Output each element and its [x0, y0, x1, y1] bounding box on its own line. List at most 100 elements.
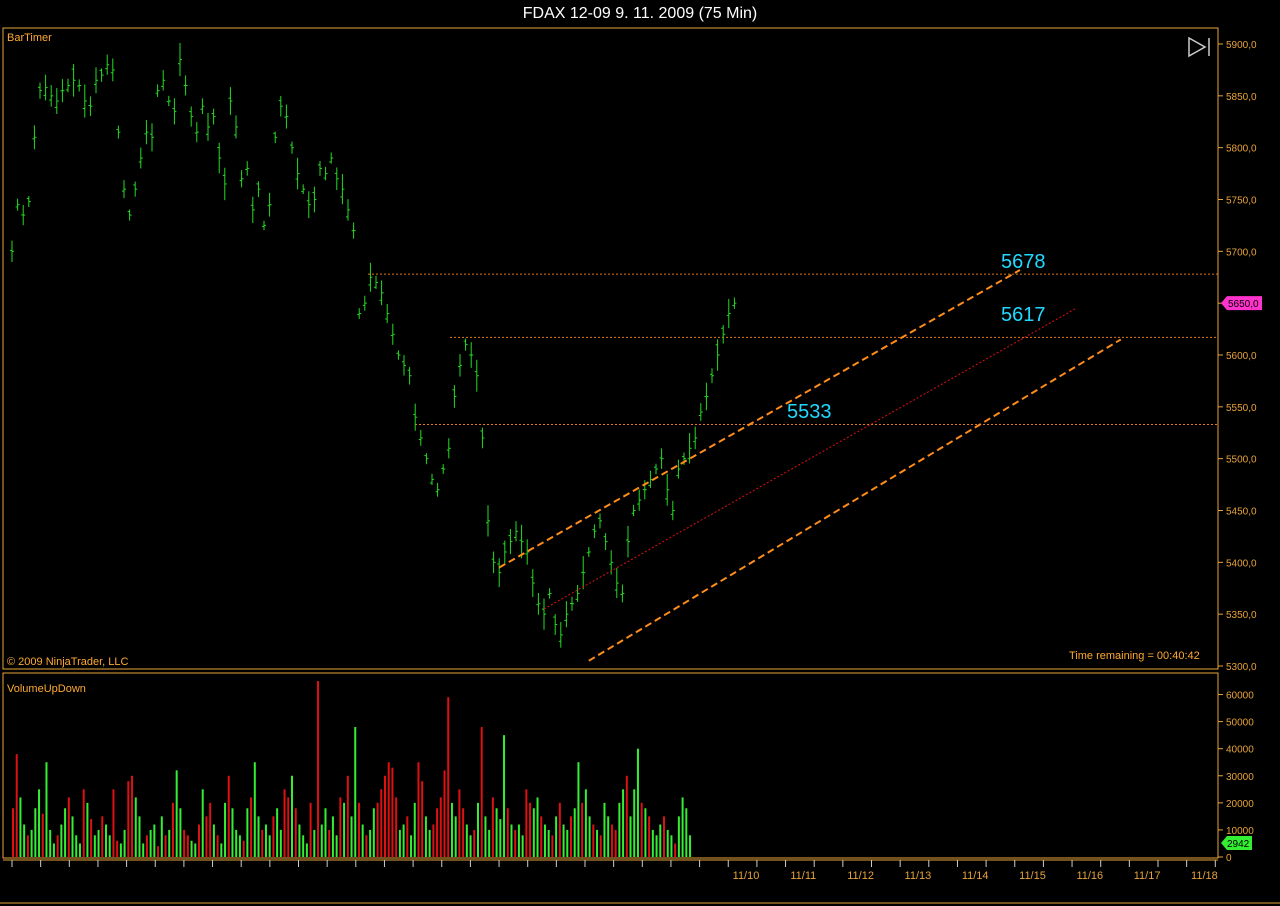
volume-bar	[584, 789, 587, 857]
volume-bar	[56, 835, 59, 857]
volume-bar	[194, 843, 197, 857]
volume-bar	[272, 816, 275, 857]
volume-bar	[543, 824, 546, 857]
price-tick-label: 5400,0	[1226, 558, 1257, 569]
volume-bar	[153, 824, 156, 857]
price-tick-label: 5850,0	[1226, 92, 1257, 103]
volume-bar	[71, 816, 74, 857]
volume-bar	[298, 824, 301, 857]
current-price-label: 5650,0	[1228, 299, 1259, 310]
volume-panel-border	[2, 672, 1219, 859]
bartimer-label: BarTimer	[7, 32, 52, 44]
price-tick-label: 5450,0	[1226, 507, 1257, 518]
volume-bar	[339, 797, 342, 857]
volume-bar	[261, 829, 264, 857]
volume-bar	[354, 727, 357, 857]
volume-bar	[454, 816, 457, 857]
volume-bar	[101, 816, 104, 857]
volume-bar	[198, 824, 200, 857]
volume-bar	[529, 802, 532, 857]
volume-panel-label: VolumeUpDown	[7, 683, 86, 695]
volume-bar	[402, 824, 405, 857]
volume-bar	[547, 829, 550, 857]
volume-bar	[491, 797, 494, 857]
volume-bar	[376, 802, 379, 857]
x-tick-label: 11/15	[1019, 870, 1046, 882]
volume-bar	[517, 824, 520, 857]
volume-bar	[149, 829, 152, 857]
volume-tick-label: 10000	[1226, 826, 1254, 837]
volume-bar	[264, 824, 267, 857]
level-label: 5617	[1001, 304, 1046, 326]
volume-bar	[138, 816, 141, 857]
volume-bar	[157, 846, 160, 857]
volume-bar	[112, 789, 115, 857]
volume-bar	[532, 808, 535, 857]
volume-bar	[15, 754, 18, 857]
volume-bar	[205, 816, 208, 857]
volume-bar	[64, 808, 67, 857]
volume-bar	[592, 824, 595, 857]
volume-bar	[350, 816, 353, 857]
x-tick-label: 11/11	[790, 870, 816, 882]
volume-bar	[614, 829, 617, 857]
volume-bar	[313, 829, 316, 857]
volume-bar	[555, 816, 558, 857]
volume-bar	[447, 697, 450, 857]
volume-bar	[309, 802, 312, 857]
volume-bar	[38, 789, 41, 857]
volume-bar	[331, 816, 334, 857]
volume-bar	[82, 789, 85, 857]
volume-bar	[276, 808, 279, 857]
volume-bar	[335, 835, 338, 857]
volume-bar	[581, 802, 584, 857]
volume-bar	[283, 789, 286, 857]
price-tick-label: 5500,0	[1226, 455, 1257, 466]
volume-bar	[116, 840, 119, 857]
volume-bar	[499, 819, 502, 857]
volume-bar	[78, 843, 81, 857]
volume-bar	[246, 808, 249, 857]
volume-bar	[186, 835, 189, 857]
volume-bar	[93, 835, 96, 857]
volume-bar	[127, 781, 130, 857]
volume-bar	[26, 835, 29, 857]
x-tick-label: 11/17	[1134, 870, 1161, 882]
volume-bar	[134, 797, 137, 857]
volume-bar	[23, 824, 26, 857]
volume-bar	[577, 762, 580, 857]
time-remaining-text: Time remaining = 00:40:42	[1069, 650, 1200, 662]
volume-bar	[666, 829, 669, 857]
volume-bar	[90, 819, 93, 857]
volume-bar	[436, 808, 439, 857]
volume-bar	[670, 835, 673, 857]
play-to-end-icon[interactable]	[1187, 36, 1213, 58]
volume-bar	[160, 816, 163, 857]
volume-bar	[536, 797, 539, 857]
volume-bar	[305, 843, 308, 857]
price-panel-border	[2, 27, 1219, 670]
volume-bar	[328, 829, 331, 857]
volume-bar	[410, 835, 413, 857]
volume-bar	[253, 762, 256, 857]
volume-bar	[636, 748, 639, 857]
price-tick-label: 5600,0	[1226, 351, 1257, 362]
price-tick-label: 5900,0	[1226, 40, 1257, 51]
volume-bar	[432, 824, 435, 857]
volume-bar	[279, 829, 282, 857]
volume-bar	[227, 775, 230, 857]
volume-bar	[395, 797, 398, 857]
volume-bar	[19, 797, 22, 857]
volume-bar	[317, 681, 320, 857]
volume-bar	[677, 816, 680, 857]
volume-bar	[75, 835, 78, 857]
volume-bar	[190, 840, 193, 857]
volume-bar	[357, 802, 360, 857]
volume-bar	[685, 808, 688, 857]
volume-bar	[235, 829, 238, 857]
volume-bar	[525, 789, 528, 857]
volume-bar	[663, 816, 665, 857]
volume-bar	[343, 802, 346, 857]
volume-bar	[224, 802, 227, 857]
volume-bar	[610, 824, 613, 857]
